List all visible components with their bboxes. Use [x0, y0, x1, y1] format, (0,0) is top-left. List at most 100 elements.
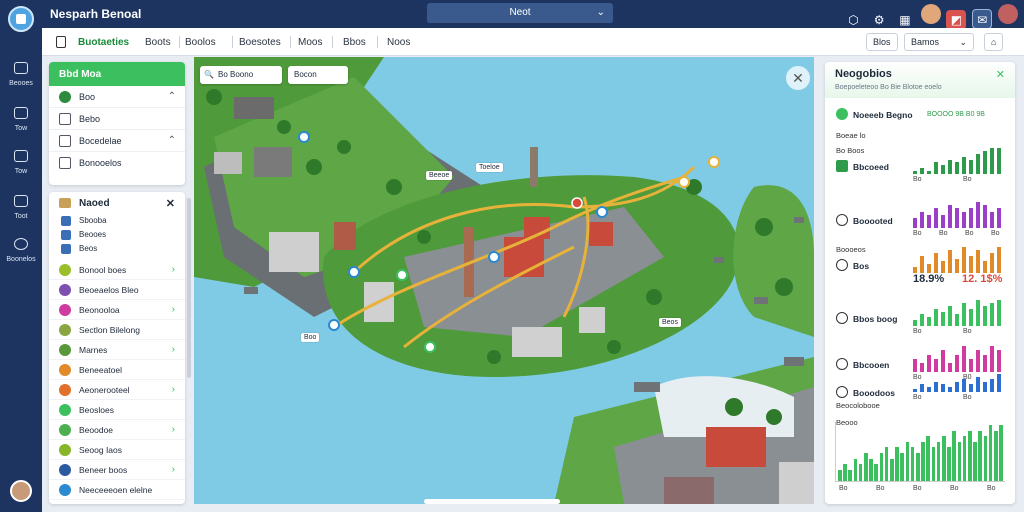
bottom-bar — [942, 436, 946, 481]
tab-divider — [179, 36, 180, 48]
mini-bar — [934, 382, 938, 392]
rail-item-3[interactable]: Toot — [0, 195, 42, 229]
building — [254, 147, 292, 177]
notification-icon[interactable]: ◩ — [946, 10, 967, 30]
map-canvas[interactable] — [194, 57, 814, 504]
layer-item[interactable]: Aeonerooteel › — [49, 380, 185, 400]
mini-bar — [948, 250, 952, 273]
layer-sub-item[interactable]: Sbooba — [49, 214, 185, 228]
layer-item[interactable]: Beoodoe › — [49, 420, 185, 440]
rail-item-1[interactable]: Tow — [0, 107, 42, 141]
tab-3[interactable]: Boesotes — [239, 37, 281, 48]
mini-bar — [997, 208, 1001, 228]
globe-icon — [14, 238, 28, 250]
map-view[interactable]: Bo Boono Bocon ✕ Beeoe Toeloe Boo Beos — [194, 57, 814, 504]
mini-bar — [927, 317, 931, 326]
mini-chart-tick: Bo — [939, 230, 948, 237]
document-icon — [59, 157, 71, 169]
tab-0[interactable]: Buotaeties — [78, 37, 129, 48]
menu-icon[interactable] — [56, 36, 66, 48]
tab-5[interactable]: Bbos — [343, 37, 366, 48]
user-avatar-2[interactable] — [998, 4, 1018, 24]
share-icon[interactable]: ⬡ — [843, 10, 863, 30]
close-icon[interactable]: ✕ — [166, 197, 175, 210]
sidebar-item[interactable]: Bebo — [49, 108, 185, 130]
section-icon — [836, 312, 848, 324]
mini-chart-tick: Bo — [913, 394, 922, 401]
user-avatar-1[interactable] — [920, 4, 941, 24]
map-search-input[interactable]: Bo Boono — [200, 66, 282, 84]
stats-section: Booodoos Bo Bo — [825, 372, 1015, 401]
mini-bar — [969, 208, 973, 228]
settings-icon[interactable]: ⚙ — [869, 10, 889, 30]
user-avatar[interactable] — [10, 480, 32, 502]
map-label: Toeloe — [476, 163, 503, 172]
chevron-right-icon: › — [171, 304, 175, 315]
layer-item-label: Beosloes — [79, 405, 114, 415]
rail-item-4[interactable]: Boonelos — [0, 238, 42, 272]
layer-item[interactable]: Bonool boes › — [49, 260, 185, 280]
bottom-bar-chart — [835, 422, 1005, 482]
home-button[interactable]: ⌂ — [984, 33, 1004, 51]
rail-item-0[interactable]: Beooes — [0, 62, 42, 96]
layer-item[interactable]: Beonooloa › — [49, 300, 185, 320]
tab-4[interactable]: Moos — [298, 37, 322, 48]
calendar-icon[interactable]: ▦ — [895, 10, 915, 30]
section-name: Bos — [853, 261, 870, 271]
status-dot-icon — [59, 91, 71, 103]
tab-2[interactable]: Boolos — [185, 37, 216, 48]
sort-select[interactable]: Bamos ⌄ — [904, 33, 974, 51]
layers-icon — [14, 107, 28, 119]
close-icon[interactable]: ✕ — [996, 68, 1005, 81]
left-rail: Beooes Tow Tow Toot Boonelos — [0, 0, 42, 512]
layer-item[interactable]: Neeceeeoen elelne — [49, 480, 185, 500]
sidebar-item[interactable]: Bocedelae ⌃ — [49, 130, 185, 152]
layer-item-label: Neeceeeoen elelne — [79, 485, 153, 495]
rail-label: Beooes — [9, 80, 33, 87]
bottom-bar — [947, 447, 951, 481]
layer-item[interactable]: Seoog Iaos — [49, 440, 185, 460]
layer-item[interactable]: Sectlon Bilelong — [49, 320, 185, 340]
layers-header: Naoed ✕ — [49, 192, 185, 214]
layer-item[interactable]: Beosloes — [49, 400, 185, 420]
layer-item-label: Marnes — [79, 345, 108, 355]
bottom-bar — [936, 442, 941, 481]
mini-bar — [969, 256, 973, 273]
tab-6[interactable]: Noos — [387, 37, 410, 48]
map-horizontal-scrollbar[interactable] — [424, 499, 560, 504]
sidebar-item-label: Boo — [79, 92, 96, 102]
mini-bar — [990, 303, 994, 326]
layer-item[interactable]: Beneeatoel — [49, 360, 185, 380]
layer-item[interactable]: Beneer boos › — [49, 460, 185, 480]
layer-item[interactable]: Beoeaelos Bleo — [49, 280, 185, 300]
mini-bar — [983, 306, 987, 326]
map-filter-select[interactable]: Bocon — [288, 66, 348, 84]
rail-item-2[interactable]: Tow — [0, 150, 42, 184]
messages-icon[interactable]: ✉ — [972, 9, 993, 29]
map-close-button[interactable]: ✕ — [786, 66, 810, 90]
section-title: Noeeeb Begno — [853, 110, 913, 120]
mini-bar — [997, 300, 1001, 326]
building — [579, 307, 605, 333]
layer-sub-item[interactable]: Beooes — [49, 228, 185, 242]
mini-bar — [990, 212, 994, 228]
stats-section: Bbos boog Bo Bo — [825, 298, 1015, 344]
bottom-bar — [931, 447, 936, 481]
bottom-bar — [838, 470, 842, 481]
layers-scrollbar[interactable] — [187, 198, 191, 378]
mini-bar — [962, 303, 966, 326]
layer-icon — [59, 364, 71, 376]
collapse-icon: ⌃ — [167, 91, 176, 102]
filter-button[interactable]: Blos — [866, 33, 898, 51]
sidebar-item[interactable]: Boo ⌃ — [49, 86, 185, 108]
workspace-select[interactable]: Neot ⌄ — [427, 3, 613, 23]
bottom-chart-tick: Bo — [839, 485, 848, 492]
layer-item[interactable]: Marnes › — [49, 340, 185, 360]
layer-sub-item[interactable]: Beos — [49, 242, 185, 256]
mini-bar — [969, 160, 973, 174]
bottom-bar — [968, 431, 972, 481]
tab-1[interactable]: Boots — [145, 37, 171, 48]
mini-bar — [948, 306, 952, 326]
sidebar-item[interactable]: Bonooelos — [49, 152, 185, 174]
app-logo-icon[interactable] — [8, 6, 34, 32]
